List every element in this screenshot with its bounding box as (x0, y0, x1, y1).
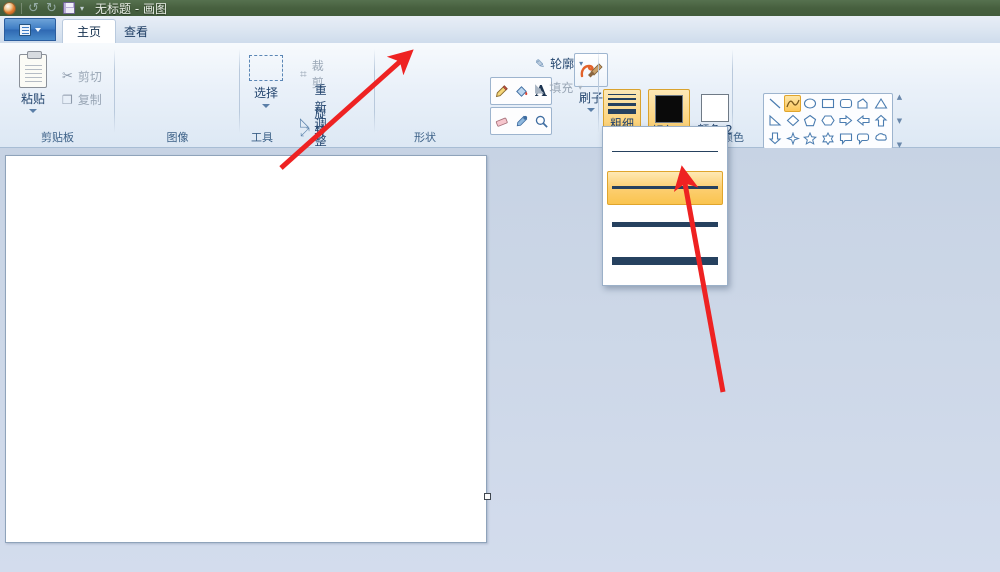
clipboard-icon (19, 51, 47, 88)
chevron-down-icon (29, 109, 37, 113)
group-separator (732, 49, 733, 133)
tab-home[interactable]: 主页 (62, 19, 117, 43)
work-area (0, 148, 1000, 572)
group-label-clipboard: 剪贴板 (41, 131, 74, 144)
drawing-canvas[interactable] (5, 155, 487, 543)
group-separator (374, 49, 375, 133)
app-menu-button[interactable] (4, 18, 56, 41)
outline-pencil-icon: ✎ (535, 56, 546, 71)
chevron-down-icon: ▾ (579, 59, 584, 68)
chevron-down-icon: ▾ (578, 83, 583, 92)
save-floppy-icon[interactable] (63, 2, 75, 14)
size-option-width-5px[interactable] (607, 207, 723, 241)
copy-button-label: 复制 (77, 93, 102, 107)
fill-button: ◣ 填充 ▾ (535, 79, 582, 96)
size-option-width-1px[interactable] (607, 134, 723, 168)
tab-view[interactable]: 查看 (110, 19, 162, 43)
size-option-line (612, 256, 718, 265)
canvas-resize-handle-right[interactable] (484, 493, 491, 500)
cut-button[interactable]: ✂ 剪切 (62, 68, 102, 85)
size-dropdown-menu[interactable] (602, 126, 728, 286)
ribbon-group-clipboard: 粘贴 ✂ 剪切 ❐ 复制 剪贴板 (0, 43, 115, 148)
size-option-line (612, 150, 718, 152)
redo-arrow-icon[interactable]: ↻ (45, 2, 58, 15)
tab-view-label: 查看 (124, 24, 149, 39)
group-label-tools: 工具 (251, 131, 273, 144)
paint-app-icon[interactable] (3, 1, 16, 15)
window-title: 无标题 - 画图 (95, 1, 167, 16)
scissors-icon: ✂ (62, 69, 73, 84)
titlebar-divider (21, 2, 22, 14)
title-bar: ↺ ↻ ▾ 无标题 - 画图 (0, 0, 1000, 16)
chevron-down-icon (35, 27, 41, 32)
tab-home-label: 主页 (77, 25, 102, 39)
app-menu-icon (19, 23, 31, 36)
tab-strip: 主页 查看 (0, 16, 1000, 43)
customize-quick-access-chevron-down-icon[interactable]: ▾ (80, 4, 84, 13)
fill-bucket-icon: ◣ (535, 80, 545, 95)
paste-button-label: 粘贴 (20, 92, 45, 106)
fill-button-label: 填充 (549, 81, 574, 95)
group-label-shapes: 形状 (414, 131, 436, 144)
copy-button[interactable]: ❐ 复制 (62, 91, 102, 108)
ribbon: 粘贴 ✂ 剪切 ❐ 复制 剪贴板 选择 ⌗ 裁剪 ⤢ 重新调整大小 ◺ (0, 43, 1000, 182)
size-preview-icon (608, 94, 636, 117)
ribbon-group-shapes: ▲ ▼ ▼ ✎ 轮廓 ▾ ◣ 填充 ▾ 形状 (380, 43, 902, 149)
size-option-width-3px[interactable] (607, 170, 723, 205)
size-option-line (612, 186, 718, 190)
undo-arrow-icon[interactable]: ↺ (27, 2, 40, 15)
outline-button-label: 轮廓 (550, 57, 575, 71)
paste-button[interactable]: 粘贴 (8, 51, 58, 123)
copy-icon: ❐ (62, 92, 73, 107)
outline-button[interactable]: ✎ 轮廓 ▾ (535, 55, 583, 72)
cut-button-label: 剪切 (77, 70, 102, 84)
size-option-line (612, 221, 718, 227)
size-option-width-8px[interactable] (607, 244, 723, 278)
